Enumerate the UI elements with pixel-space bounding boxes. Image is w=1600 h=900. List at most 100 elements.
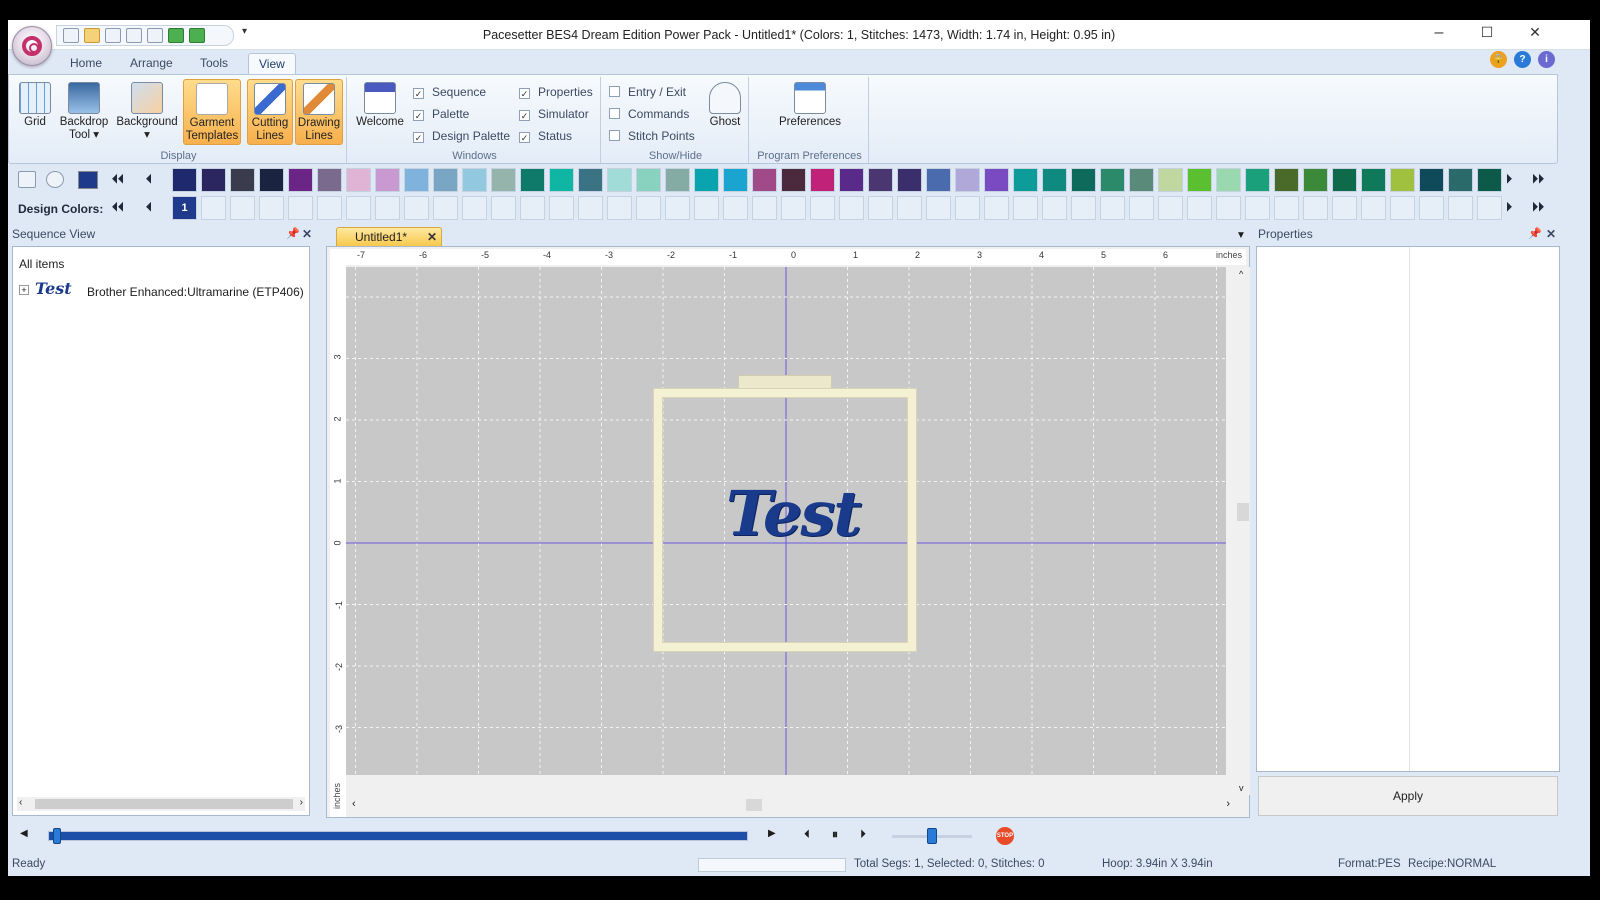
palette-swatch[interactable] (346, 168, 371, 192)
minimize-button[interactable]: – (1424, 24, 1454, 42)
palette-swatch[interactable] (665, 168, 690, 192)
maximize-button[interactable]: ☐ (1472, 24, 1502, 41)
design-canvas[interactable]: Test (346, 267, 1226, 775)
app-logo-button[interactable] (12, 26, 52, 66)
palette-swatch[interactable] (607, 168, 632, 192)
stitch-points-check-box[interactable] (609, 130, 620, 141)
palette-swatch[interactable] (375, 168, 400, 192)
palette-swatch[interactable] (636, 168, 661, 192)
palette-swatch[interactable] (868, 168, 893, 192)
welcome-button[interactable]: Welcome (353, 79, 407, 145)
tab-view[interactable]: View (248, 53, 296, 74)
speed-slider-thumb[interactable] (927, 828, 937, 844)
palette-swatch[interactable] (317, 168, 342, 192)
background-button[interactable]: Background ▾ (113, 79, 181, 145)
pause-icon[interactable]: ⏸ (832, 827, 838, 842)
garment-templates-button[interactable]: Garment Templates (183, 79, 241, 145)
info-icon[interactable]: i (1538, 51, 1555, 68)
palette-swatch[interactable] (781, 168, 806, 192)
close-properties-icon[interactable]: ✕ (1546, 224, 1556, 244)
palette-swatch[interactable] (1274, 168, 1299, 192)
palette-check-box[interactable]: ✓ (413, 110, 424, 121)
lock-icon[interactable]: 🔒 (1490, 51, 1507, 68)
palette-swatch[interactable] (520, 168, 545, 192)
drawing-lines-button[interactable]: Drawing Lines (295, 79, 343, 145)
palette-swatch[interactable] (172, 168, 197, 192)
expand-icon[interactable]: + (19, 285, 29, 295)
cutting-lines-button[interactable]: Cutting Lines (247, 79, 293, 145)
tree-root[interactable]: All items (19, 257, 64, 271)
palette-swatch[interactable] (810, 168, 835, 192)
document-list-dropdown[interactable]: ▼ (1236, 230, 1246, 241)
palette-swatch[interactable] (1332, 168, 1357, 192)
design-next-icon[interactable]: ⏵ (1506, 200, 1512, 215)
canvas-vscroll-thumb[interactable] (1237, 503, 1249, 521)
scroll-down-icon[interactable]: v (1239, 783, 1244, 793)
simulator-position-handle[interactable] (53, 828, 61, 844)
sequence-hscrollbar[interactable]: ‹ › (17, 797, 305, 811)
palette-swatch[interactable] (1419, 168, 1444, 192)
close-button[interactable]: ✕ (1520, 24, 1550, 41)
design-palette-checkbox[interactable]: ✓ Design Palette (413, 127, 510, 145)
palette-swatch[interactable] (1158, 168, 1183, 192)
document-tab[interactable]: Untitled1* ✕ (336, 227, 442, 247)
palette-swatch[interactable] (1042, 168, 1067, 192)
palette-swatch[interactable] (288, 168, 313, 192)
properties-pin-icon[interactable]: 📌 (1528, 224, 1542, 244)
next-page-icon[interactable]: ⏵ (1506, 172, 1512, 187)
palette-swatch[interactable] (201, 168, 226, 192)
step-back-icon[interactable]: ⏴ (804, 827, 810, 842)
design-first-icon[interactable]: ⏴⏴ (112, 200, 124, 215)
tree-item[interactable]: Brother Enhanced:Ultramarine (ETP406) (87, 285, 304, 299)
status-check-box[interactable]: ✓ (519, 132, 530, 143)
palette-swatch[interactable] (752, 168, 777, 192)
palette-checkbox[interactable]: ✓ Palette (413, 105, 469, 123)
preferences-button[interactable]: Preferences (765, 79, 855, 145)
commands-checkbox[interactable]: Commands (609, 105, 689, 123)
help-icon[interactable]: ? (1514, 51, 1531, 68)
palette-swatch[interactable] (549, 168, 574, 192)
speed-slider-track[interactable] (892, 828, 972, 844)
palette-swatch[interactable] (259, 168, 284, 192)
palette-grid-icon[interactable] (18, 171, 36, 188)
close-sequence-icon[interactable]: ✕ (302, 224, 312, 244)
grid-button[interactable]: Grid (15, 79, 55, 145)
status-checkbox[interactable]: ✓ Status (519, 127, 572, 145)
canvas-scroll-left-icon[interactable]: ‹ (352, 798, 356, 810)
palette-swatch[interactable] (1187, 168, 1212, 192)
design-last-icon[interactable]: ⏵⏵ (1532, 200, 1544, 215)
search-icon[interactable] (46, 171, 64, 188)
palette-swatch[interactable] (1303, 168, 1328, 192)
play-icon[interactable]: ⏵ (860, 827, 866, 842)
palette-swatch[interactable] (1071, 168, 1096, 192)
sequence-checkbox[interactable]: ✓ Sequence (413, 83, 486, 101)
tab-home[interactable]: Home (60, 53, 112, 74)
sequence-scroll-thumb[interactable] (35, 799, 293, 809)
palette-swatch[interactable] (839, 168, 864, 192)
sim-forward-icon[interactable]: ▶ (768, 828, 776, 839)
palette-swatch[interactable] (1390, 168, 1415, 192)
properties-check-box[interactable]: ✓ (519, 88, 530, 99)
pin-icon[interactable]: 📌 (286, 224, 300, 244)
first-page-icon[interactable]: ⏴⏴ (112, 172, 124, 187)
design-color-swatch[interactable]: 1 (172, 196, 197, 220)
scroll-right-icon[interactable]: › (300, 797, 303, 808)
stop-icon[interactable]: STOP (996, 827, 1014, 845)
sim-rewind-icon[interactable]: ◀ (20, 828, 28, 839)
simulator-check-box[interactable]: ✓ (519, 110, 530, 121)
stitch-points-checkbox[interactable]: Stitch Points (609, 127, 695, 145)
canvas-hscroll-thumb[interactable] (746, 799, 762, 811)
tab-arrange[interactable]: Arrange (120, 53, 183, 74)
canvas-vscrollbar[interactable]: ^ v (1236, 267, 1250, 795)
tab-tools[interactable]: Tools (190, 53, 238, 74)
design-text-object[interactable]: Test (726, 477, 862, 550)
commands-check-box[interactable] (609, 108, 620, 119)
palette-swatch[interactable] (1361, 168, 1386, 192)
palette-swatch[interactable] (1216, 168, 1241, 192)
design-prev-icon[interactable]: ⏴ (146, 200, 152, 215)
entry-exit-check-box[interactable] (609, 86, 620, 97)
palette-swatch[interactable] (955, 168, 980, 192)
palette-swatch[interactable] (462, 168, 487, 192)
scroll-up-icon[interactable]: ^ (1239, 269, 1243, 279)
palette-swatch[interactable] (578, 168, 603, 192)
